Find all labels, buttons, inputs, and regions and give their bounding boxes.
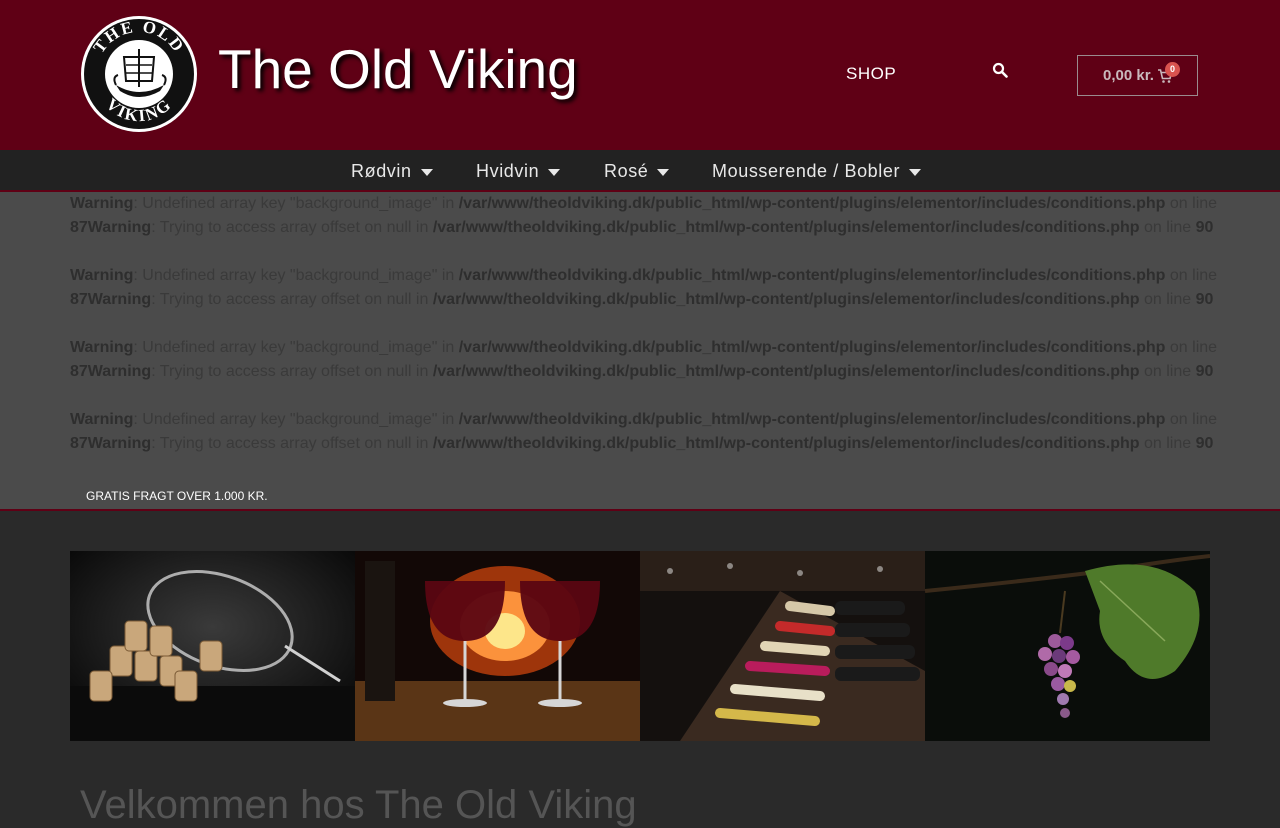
cart-total: 0,00 kr.: [1103, 67, 1154, 84]
warning-line: Warning: Undefined array key "background…: [70, 195, 1218, 212]
warning-line: 87Warning: Trying to access array offset…: [70, 363, 1214, 380]
fireplace-wine-glasses-image[interactable]: [355, 551, 640, 741]
free-shipping-banner: GRATIS FRAGT OVER 1.000 KR.: [86, 489, 268, 503]
warning-line: Warning: Undefined array key "background…: [70, 267, 1218, 284]
site-title[interactable]: The Old Viking: [218, 34, 578, 104]
wine-shelf-bottles-image[interactable]: [640, 551, 925, 741]
nav-item-mousserende[interactable]: Mousserende / Bobler: [712, 161, 922, 182]
caret-down-icon: [909, 168, 922, 176]
warning-line: 87Warning: Trying to access array offset…: [70, 435, 1214, 452]
nav-item-rodvin[interactable]: Rødvin: [351, 161, 433, 182]
main-nav: Rødvin Hvidvin Rosé Mousserende / Bobler: [0, 150, 1280, 192]
cart-button[interactable]: 0,00 kr. 0: [1077, 55, 1198, 96]
caret-down-icon: [420, 168, 433, 176]
shop-link[interactable]: SHOP: [846, 64, 896, 84]
warning-line: 87Warning: Trying to access array offset…: [70, 219, 1214, 236]
site-header: THE OLD VIKING The Old Viking SHOP 0,00 …: [0, 0, 1280, 150]
nav-item-label: Hvidvin: [476, 161, 540, 181]
caret-down-icon: [657, 168, 670, 176]
nav-item-label: Rosé: [604, 161, 649, 181]
warning-line: Warning: Undefined array key "background…: [70, 411, 1218, 428]
search-icon[interactable]: [992, 62, 1008, 78]
welcome-heading: Velkommen hos The Old Viking: [80, 783, 637, 827]
warning-line: Warning: Undefined array key "background…: [70, 339, 1218, 356]
warning-line: 87Warning: Trying to access array offset…: [70, 291, 1214, 308]
nav-item-label: Rødvin: [351, 161, 412, 181]
caret-down-icon: [548, 168, 561, 176]
nav-item-hvidvin[interactable]: Hvidvin: [476, 161, 561, 182]
divider: [0, 509, 1280, 511]
grapes-vine-image[interactable]: [925, 551, 1210, 741]
nav-item-rose[interactable]: Rosé: [604, 161, 670, 182]
logo[interactable]: THE OLD VIKING: [80, 15, 198, 133]
cart-count-badge: 0: [1165, 62, 1180, 77]
nav-item-label: Mousserende / Bobler: [712, 161, 901, 181]
wine-glass-corks-image[interactable]: [70, 551, 355, 741]
